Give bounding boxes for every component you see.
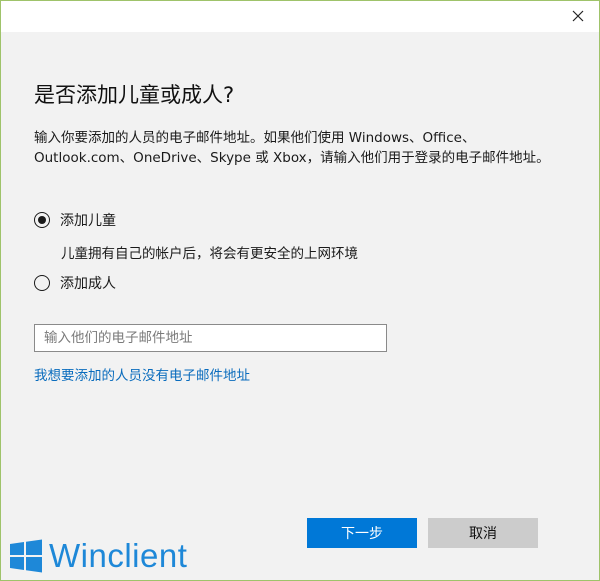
add-adult-label: 添加成人	[60, 276, 116, 292]
close-button[interactable]	[563, 4, 593, 28]
close-icon	[572, 10, 584, 22]
dialog-window: 是否添加儿童或成人? 输入你要添加的人员的电子邮件地址。如果他们使用 Windo…	[0, 0, 600, 581]
watermark: Winclient	[9, 537, 187, 575]
windows-logo-icon	[10, 539, 42, 573]
no-email-link[interactable]: 我想要添加的人员没有电子邮件地址	[34, 364, 250, 384]
add-child-description: 儿童拥有自己的帐户后，将会有更安全的上网环境	[61, 246, 358, 262]
title-bar	[1, 1, 599, 32]
watermark-text: Winclient	[49, 537, 188, 574]
cancel-button[interactable]: 取消	[428, 518, 538, 548]
dialog-description: 输入你要添加的人员的电子邮件地址。如果他们使用 Windows、Office、O…	[34, 130, 550, 166]
add-child-radio-option[interactable]: 添加儿童	[34, 210, 116, 230]
radio-unselected-icon[interactable]	[34, 275, 50, 291]
dialog-heading: 是否添加儿童或成人?	[34, 83, 235, 107]
radio-selected-icon[interactable]	[34, 212, 50, 228]
add-child-label: 添加儿童	[60, 213, 116, 229]
add-adult-radio-option[interactable]: 添加成人	[34, 273, 116, 293]
radio-dot	[38, 216, 46, 224]
email-input[interactable]	[34, 324, 387, 352]
next-button[interactable]: 下一步	[307, 518, 417, 548]
